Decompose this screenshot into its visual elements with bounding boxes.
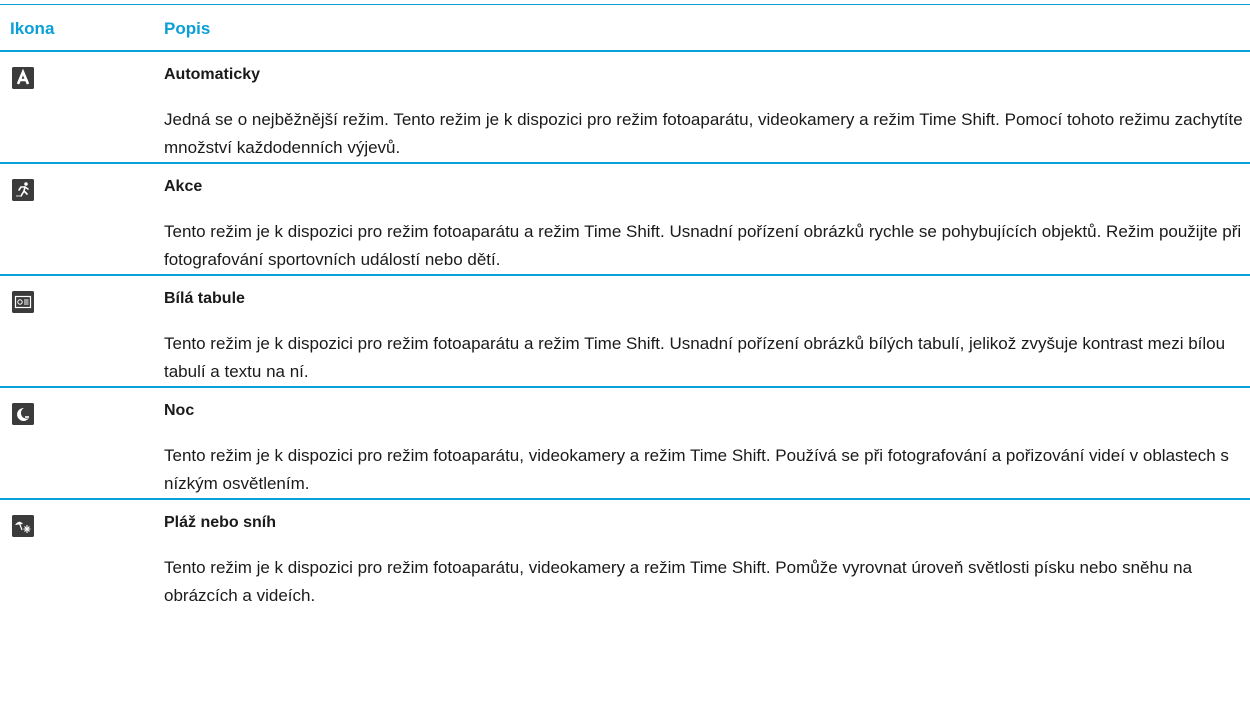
row-title: Automaticky bbox=[164, 66, 261, 83]
table-header: Ikona Popis bbox=[0, 4, 1250, 52]
row-description: Tento režim je k dispozici pro režim fot… bbox=[164, 446, 1229, 493]
beach-snow-mode-icon bbox=[12, 515, 34, 537]
whiteboard-mode-icon bbox=[12, 291, 34, 313]
row-description: Tento režim je k dispozici pro režim fot… bbox=[164, 558, 1193, 605]
row-description: Tento režim je k dispozici pro režim fot… bbox=[164, 334, 1226, 381]
row-description: Tento režim je k dispozici pro režim fot… bbox=[164, 222, 1242, 269]
table-row-automatic: Automaticky Jedná se o nejběžnější režim… bbox=[0, 52, 1250, 164]
action-mode-icon bbox=[12, 179, 34, 201]
table-row-night: Noc Tento režim je k dispozici pro režim… bbox=[0, 388, 1250, 500]
row-title: Pláž nebo sníh bbox=[164, 514, 277, 531]
row-title: Akce bbox=[164, 178, 203, 195]
row-title: Noc bbox=[164, 402, 195, 419]
header-description-column: Popis bbox=[164, 19, 211, 38]
mode-table: Ikona Popis Automaticky Jedná se o nejbě… bbox=[0, 4, 1250, 610]
table-row-whiteboard: Bílá tabule Tento režim je k dispozici p… bbox=[0, 276, 1250, 388]
auto-mode-icon bbox=[12, 67, 34, 89]
header-icon-column: Ikona bbox=[10, 19, 55, 38]
night-mode-icon bbox=[12, 403, 34, 425]
row-description: Jedná se o nejběžnější režim. Tento reži… bbox=[164, 110, 1243, 157]
table-row-action: Akce Tento režim je k dispozici pro reži… bbox=[0, 164, 1250, 276]
row-title: Bílá tabule bbox=[164, 290, 245, 307]
table-row-beach-snow: Pláž nebo sníh Tento režim je k dispozic… bbox=[0, 500, 1250, 610]
